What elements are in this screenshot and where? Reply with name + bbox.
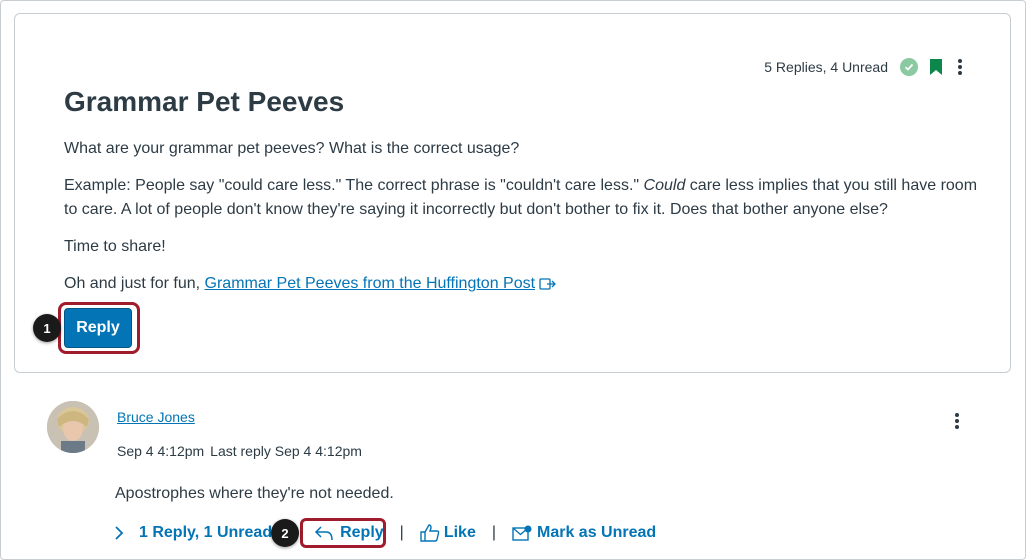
action-separator: | xyxy=(399,524,404,541)
like-label: Like xyxy=(443,524,476,541)
last-reply-time: Last reply Sep 4 4:12pm xyxy=(210,443,362,459)
reply-counts: 5 Replies, 4 Unread xyxy=(764,59,888,75)
thumbs-up-icon xyxy=(420,524,440,542)
entry-message: Apostrophes where they're not needed. xyxy=(115,485,394,502)
entry-more-options-icon[interactable] xyxy=(955,413,959,429)
avatar[interactable] xyxy=(47,401,99,453)
entry-dates: Sep 4 4:12pm Last reply Sep 4 4:12pm xyxy=(117,443,362,459)
topic-paragraph: What are your grammar pet peeves? What i… xyxy=(64,140,520,157)
external-link-icon xyxy=(539,278,556,290)
checkmark-circle-icon xyxy=(900,58,918,76)
chevron-right-icon xyxy=(115,526,124,540)
topic-paragraph: Example: People say "could care less." T… xyxy=(64,174,984,222)
posted-time: Sep 4 4:12pm xyxy=(117,443,205,459)
expand-replies-toggle[interactable]: 1 Reply, 1 Unread xyxy=(114,524,272,542)
author-name[interactable]: Bruce Jones xyxy=(117,409,195,425)
topic-more-options-icon[interactable] xyxy=(958,59,962,75)
bookmark-icon[interactable] xyxy=(930,59,942,75)
topic-emphasis: Could xyxy=(643,177,686,194)
mark-as-unread-button[interactable]: Mark as Unread xyxy=(512,524,656,542)
huffington-post-link[interactable]: Grammar Pet Peeves from the Huffington P… xyxy=(205,275,536,292)
mark-unread-label: Mark as Unread xyxy=(537,524,657,541)
discussion-entry: Bruce Jones Sep 4 4:12pm Last reply Sep 4… xyxy=(0,373,1026,560)
topic-text: Oh and just for fun, xyxy=(64,275,205,292)
discussion-topic-card: 5 Replies, 4 Unread Grammar Pet Peeves W… xyxy=(14,13,1011,373)
topic-text: Example: People say "could care less." T… xyxy=(64,177,644,194)
topic-paragraph: Oh and just for fun, Grammar Pet Peeves … xyxy=(64,272,984,296)
callout-marker: 1 xyxy=(33,314,61,342)
topic-reply-button[interactable]: Reply xyxy=(64,308,132,348)
topic-meta: 5 Replies, 4 Unread xyxy=(764,58,962,76)
topic-paragraph: Time to share! xyxy=(64,238,166,255)
mark-unread-icon xyxy=(512,525,532,541)
replies-toggle-label: 1 Reply, 1 Unread xyxy=(139,524,273,541)
entry-reply-highlight xyxy=(300,518,386,548)
topic-title: Grammar Pet Peeves xyxy=(64,86,345,117)
action-separator: | xyxy=(491,524,496,541)
callout-marker: 2 xyxy=(271,519,299,547)
topic-body: What are your grammar pet peeves? What i… xyxy=(64,137,984,309)
like-button[interactable]: Like xyxy=(420,524,476,542)
